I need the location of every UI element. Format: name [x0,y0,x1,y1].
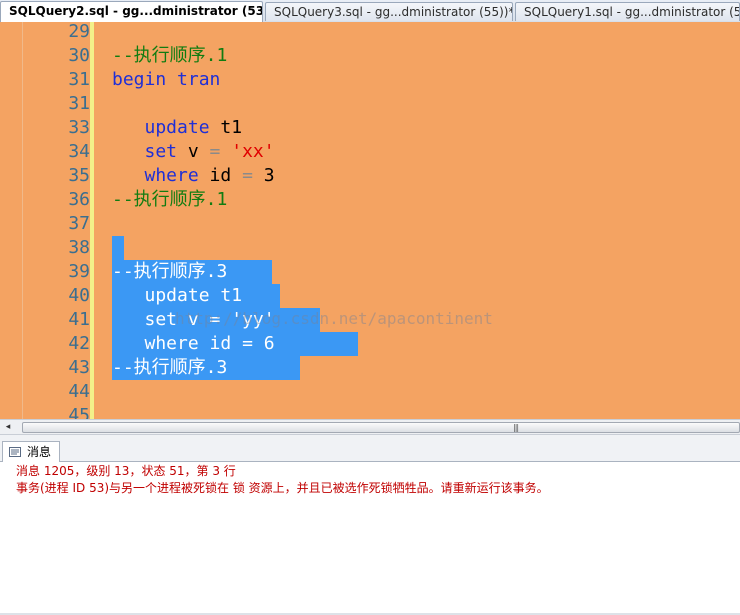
line-number: 33 [68,117,90,138]
message-line-2: 事务(进程 ID 53)与另一个进程被死锁在 锁 资源上，并且已被选作死锁牺牲品… [16,481,549,495]
code-token: where [112,165,210,186]
code-token: --执行顺序.1 [112,45,228,66]
line-number: 43 [68,357,90,378]
scrollbar-thumb[interactable]: ||| [22,422,740,433]
code-line[interactable]: 37 [0,212,740,236]
horizontal-scrollbar[interactable]: ◂ ||| [0,419,740,435]
code-line[interactable]: 31 begin tran [0,68,740,92]
query-editor[interactable]: 29 30 --执行顺序.1 31 begin tran 31 33 update t1 34… [0,22,740,419]
code-line[interactable]: 43 --执行顺序.3 [0,356,740,380]
code-token: 3 [263,165,275,186]
line-number: 31 [68,69,90,90]
scrollbar-grip-icon: ||| [513,423,519,432]
line-number: 45 [68,405,90,419]
line-number: 29 [68,22,90,42]
results-pane: 消息 消息 1205，级别 13，状态 51，第 3 行 事务(进程 ID 53… [0,435,740,615]
watermark-text: http://blog.csdn.net/apacontinent [175,309,493,328]
code-line[interactable]: 38 [0,236,740,260]
line-number: 31 [68,93,90,114]
line-number: 36 [68,189,90,210]
code-text: set v = 'xx' [112,140,275,164]
scroll-left-arrow-icon[interactable]: ◂ [2,422,14,433]
code-line[interactable]: 39 --执行顺序.3 [0,260,740,284]
code-token: = [209,141,232,162]
code-token: = [242,165,264,186]
code-text: where id = 3 [112,164,275,188]
document-tab-strip: SQLQuery2.sql - gg...dministrator (53))*… [0,0,740,23]
code-text: update t1 [112,284,243,308]
line-number: 40 [68,285,90,306]
code-token: --执行顺序.3 [112,357,228,378]
code-line[interactable]: 45 [0,404,740,419]
selection-highlight [112,236,124,260]
code-line[interactable]: 34 set v = 'xx' [0,140,740,164]
message-icon [9,447,21,457]
tab-sqlquery2[interactable]: SQLQuery2.sql - gg...dministrator (53))* [0,1,263,22]
code-line[interactable]: 35 where id = 3 [0,164,740,188]
code-text: update t1 [112,116,243,140]
code-text: --执行顺序.3 [112,356,227,380]
code-token: where [112,333,210,354]
code-token: t1 [220,117,243,138]
line-number: 38 [68,237,90,258]
code-token: update [112,117,221,138]
code-token: --执行顺序.3 [112,261,228,282]
code-line[interactable]: 36 --执行顺序.1 [0,188,740,212]
line-number: 37 [68,213,90,234]
code-token: 'xx' [231,141,275,162]
code-line[interactable]: 29 [0,22,740,44]
tab-messages-label: 消息 [27,445,52,459]
code-token: = [242,333,264,354]
code-token: t1 [220,285,243,306]
results-tab-strip: 消息 [0,435,740,462]
code-line[interactable]: 33 update t1 [0,116,740,140]
code-text: begin tran [112,68,220,92]
tab-messages[interactable]: 消息 [2,441,60,462]
code-text: --执行顺序.3 [112,260,227,284]
line-number: 39 [68,261,90,282]
line-number: 34 [68,141,90,162]
code-token: set [112,141,188,162]
code-text: where id = 6 [112,332,275,356]
code-token: begin tran [112,69,221,90]
line-number: 35 [68,165,90,186]
tab-sqlquery3[interactable]: SQLQuery3.sql - gg...dministrator (55))* [265,2,513,21]
line-number: 30 [68,45,90,66]
code-line[interactable]: 30 --执行顺序.1 [0,44,740,68]
code-text: --执行顺序.1 [112,44,227,68]
line-number: 41 [68,309,90,330]
code-line[interactable]: 44 [0,380,740,404]
tab-sqlquery1[interactable]: SQLQuery1.sql - gg...dministrator (52 [515,2,740,21]
code-text: --执行顺序.1 [112,188,227,212]
code-line[interactable]: 40 update t1 [0,284,740,308]
line-number: 44 [68,381,90,402]
code-line[interactable]: 42 where id = 6 [0,332,740,356]
code-token: update [112,285,221,306]
code-line[interactable]: 31 [0,92,740,116]
code-token: id [209,165,243,186]
line-number: 42 [68,333,90,354]
code-token: 6 [263,333,275,354]
code-token: --执行顺序.1 [112,189,228,210]
message-line-1: 消息 1205，级别 13，状态 51，第 3 行 [16,464,236,478]
code-token: v [187,141,210,162]
code-token: id [209,333,243,354]
